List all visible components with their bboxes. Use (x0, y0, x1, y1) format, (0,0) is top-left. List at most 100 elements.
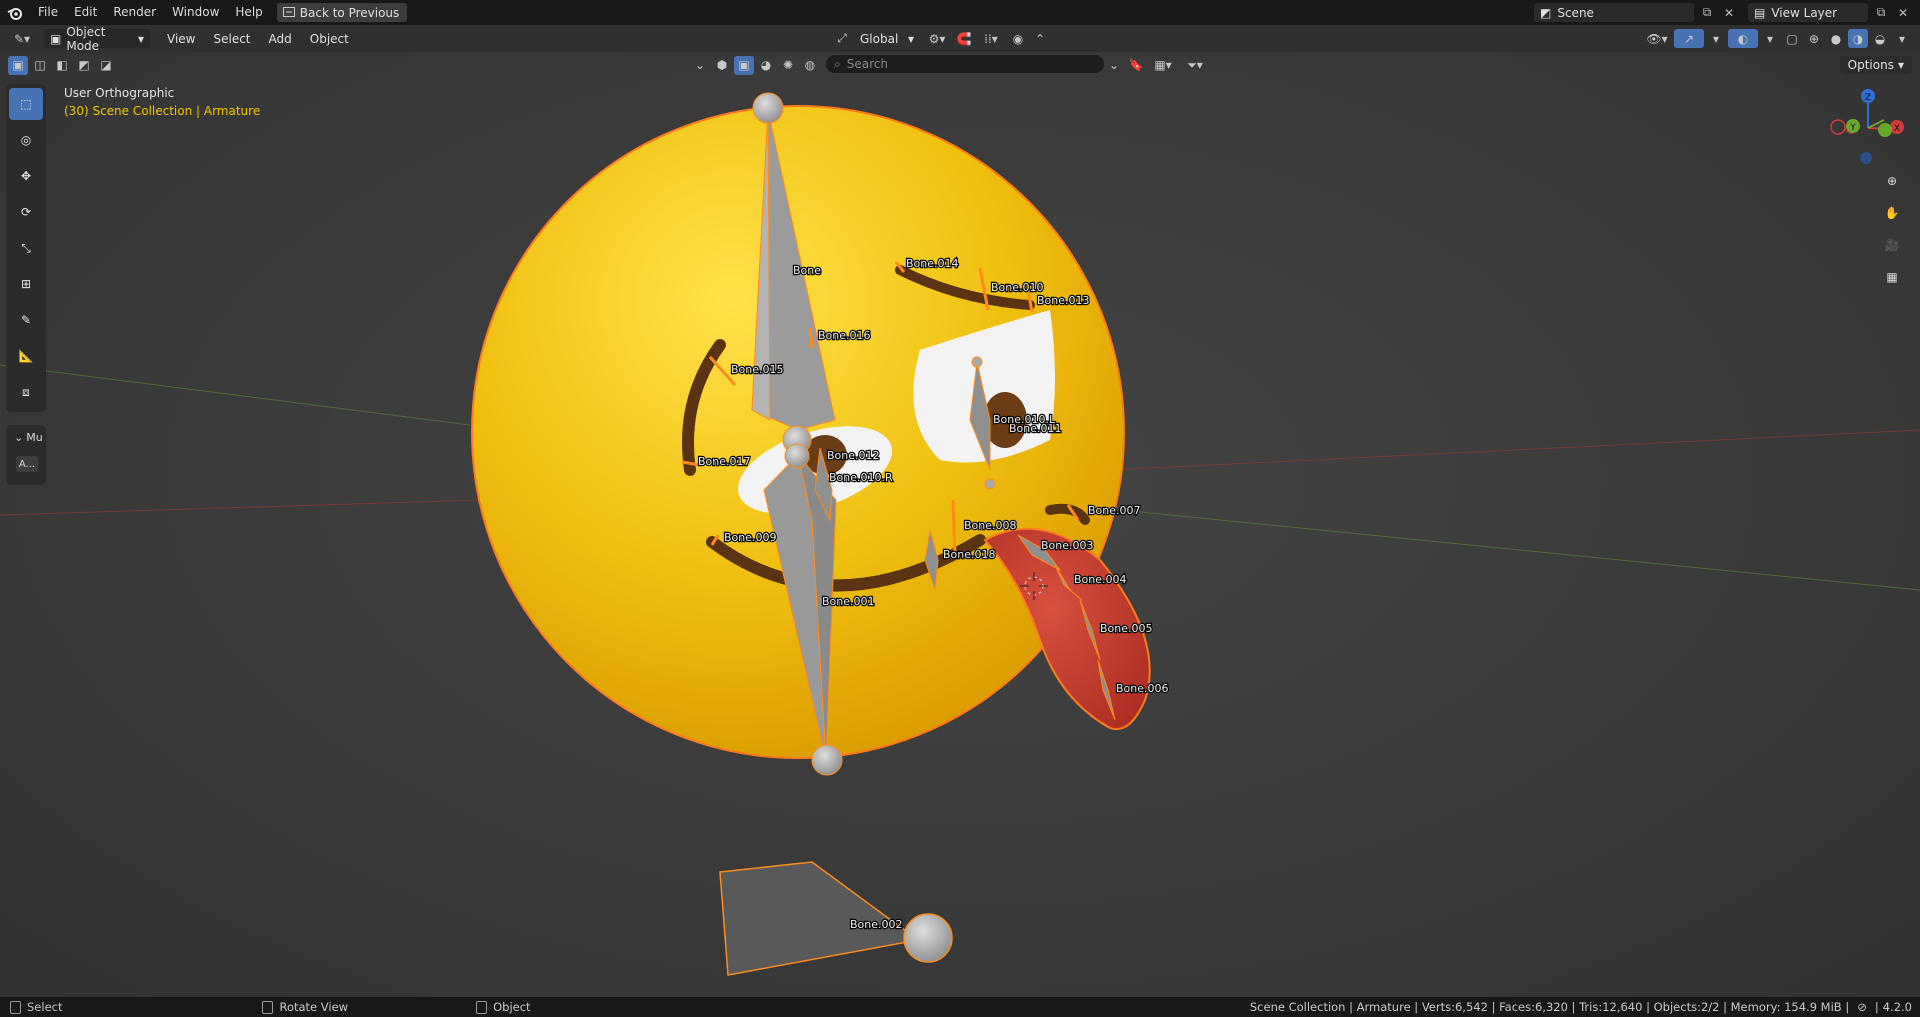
bookmark-icon[interactable]: 🔖 (1126, 56, 1146, 75)
mode-label: Object Mode (66, 24, 106, 53)
rendered-shading-icon[interactable]: ◒ (1870, 29, 1890, 48)
search-placeholder: Search (846, 57, 888, 71)
measure-tool-icon[interactable]: 📐 (9, 340, 43, 372)
camera-view-icon[interactable]: 🎥 (1878, 232, 1906, 258)
transform-orientation-dropdown[interactable]: Global ▾ (854, 29, 920, 48)
version-separator: | (1874, 1000, 1879, 1014)
scene-selector[interactable]: ◩ Scene (1534, 3, 1694, 22)
gizmo-toggle-icon[interactable]: ↗ (1674, 29, 1704, 48)
delete-view-layer-icon[interactable]: ✕ (1894, 4, 1912, 22)
object-type-filter-icon[interactable]: ⬢ (712, 56, 732, 75)
wireframe-shading-icon[interactable]: ⊕ (1804, 29, 1824, 48)
object-mode-icon: ▣ (50, 31, 62, 46)
snap-toggle-icon[interactable]: 🧲 (954, 29, 974, 48)
rotate-tool-icon[interactable]: ⟳ (9, 196, 43, 228)
select-extend-icon[interactable]: ◫ (30, 56, 50, 75)
x-axis-line (0, 499, 481, 516)
funnel-filter-icon[interactable]: ⏷▾ (1180, 56, 1210, 75)
chevron-down-icon: ▾ (907, 31, 914, 46)
move-tool-icon[interactable]: ✥ (9, 160, 43, 192)
menu-render[interactable]: Render (105, 0, 164, 25)
selectable-world-icon[interactable]: ◍ (800, 56, 820, 75)
joint-top (752, 92, 784, 124)
menu-add[interactable]: Add (260, 32, 301, 46)
3d-viewport[interactable]: Bone Bone.001 Bone.002 Bone.003 Bone.004… (0, 52, 1920, 997)
menu-window[interactable]: Window (164, 0, 227, 25)
xray-toggle-icon[interactable]: ▢ (1782, 29, 1802, 48)
overlays-dropdown-icon[interactable]: ▾ (1760, 29, 1780, 48)
menu-help[interactable]: Help (227, 0, 270, 25)
panel-button[interactable]: A... (16, 456, 38, 472)
transform-orientation-label: Global (860, 31, 899, 46)
new-view-layer-icon[interactable]: ⧉ (1872, 4, 1890, 22)
chevron-down-icon: ⌄ (14, 431, 24, 444)
options-button[interactable]: Options ▾ (1839, 56, 1912, 74)
shading-dropdown-icon[interactable]: ▾ (1892, 29, 1912, 48)
selectable-light-icon[interactable]: ✺ (778, 56, 798, 75)
selectable-mesh-icon[interactable]: ▣ (734, 55, 754, 75)
panel-header[interactable]: ⌄ Mu (6, 425, 46, 444)
label-bone: Bone (793, 264, 821, 277)
zoom-icon[interactable]: ⊕ (1878, 168, 1906, 194)
search-field[interactable]: ⌕ Search (826, 55, 1104, 73)
falloff-icon[interactable]: ⌃ (1030, 29, 1050, 48)
scene-icon: ◩ (1540, 5, 1552, 20)
label-bone-004: Bone.004 (1074, 573, 1127, 586)
status-object: Object (476, 1000, 531, 1014)
gizmo-dropdown-icon[interactable]: ▾ (1706, 29, 1726, 48)
adjust-last-operation-panel: ⌄ Mu A... (6, 425, 46, 485)
editor-type-icon[interactable]: ✎▾ (8, 29, 36, 48)
menu-view[interactable]: View (158, 32, 204, 46)
top-menu-bar: File Edit Render Window Help Back to Pre… (0, 0, 1920, 25)
label-bone-015: Bone.015 (731, 363, 784, 376)
view-layer-selector[interactable]: ▤ View Layer (1748, 3, 1868, 22)
pan-hand-icon[interactable]: ✋ (1878, 200, 1906, 226)
menu-file[interactable]: File (30, 0, 66, 25)
material-shading-icon[interactable]: ◑ (1848, 29, 1868, 48)
add-cube-tool-icon[interactable]: ⧈ (9, 376, 43, 408)
pivot-point-icon[interactable]: ⚙▾ (922, 29, 952, 48)
mode-dropdown[interactable]: ▣ Object Mode ▾ (44, 25, 150, 53)
label-bone-016: Bone.016 (818, 329, 871, 342)
mouse-right-icon (476, 1000, 488, 1014)
scale-tool-icon[interactable]: ⤡ (9, 232, 43, 264)
select-box-tool-icon[interactable]: ⬚ (9, 88, 43, 120)
cursor-tool-icon[interactable]: ◎ (9, 124, 43, 156)
gizmo-x-label: X (1894, 124, 1900, 134)
overlays-toggle-icon[interactable]: ◐ (1728, 29, 1758, 48)
viewport-header: ✎▾ ▣ Object Mode ▾ View Select Add Objec… (0, 25, 1920, 53)
menu-select[interactable]: Select (204, 32, 259, 46)
scene-stats: Scene Collection | Armature | Verts:6,54… (1249, 1000, 1850, 1014)
label-bone-014: Bone.014 (906, 257, 959, 270)
view-layer-icon: ▤ (1754, 5, 1766, 20)
visibility-icon[interactable]: 👁▾ (1642, 29, 1672, 48)
blender-logo-icon[interactable] (0, 0, 30, 25)
proportional-editing-icon[interactable]: ◉ (1008, 29, 1028, 48)
view-name: User Orthographic (64, 86, 175, 100)
snap-target-icon[interactable]: ⁞⁞▾ (976, 29, 1006, 48)
gizmo-y-label: Y (1849, 123, 1856, 133)
chevron-down-icon: ▾ (137, 31, 144, 46)
annotate-tool-icon[interactable]: ✎ (9, 304, 43, 336)
select-subtract-icon[interactable]: ◧ (52, 56, 72, 75)
network-icon: ⊘ (1857, 1000, 1867, 1014)
transform-tool-icon[interactable]: ⊞ (9, 268, 43, 300)
select-invert-icon[interactable]: ◩ (74, 56, 94, 75)
back-to-previous-button[interactable]: Back to Previous (276, 3, 408, 22)
menu-object[interactable]: Object (301, 32, 358, 46)
grid-toggle-icon[interactable]: ▦ (1878, 264, 1906, 290)
filter-chevron-icon[interactable]: ⌄ (690, 56, 710, 75)
delete-scene-icon[interactable]: ✕ (1720, 4, 1738, 22)
tool-shelf: ⬚ ◎ ✥ ⟳ ⤡ ⊞ ✎ 📐 ⧈ (6, 84, 46, 412)
status-rotate: Rotate View (262, 1000, 348, 1014)
new-scene-icon[interactable]: ⧉ (1698, 4, 1716, 22)
search-options-icon[interactable]: ⌄ (1104, 56, 1124, 75)
transform-orientation-icon[interactable]: ⤢ (832, 29, 852, 48)
selectable-sphere-icon[interactable]: ◕ (756, 56, 776, 75)
select-intersect-icon[interactable]: ◪ (96, 56, 116, 75)
solid-shading-icon[interactable]: ● (1826, 29, 1846, 48)
sort-icon[interactable]: ▦▾ (1148, 56, 1178, 75)
menu-edit[interactable]: Edit (66, 0, 105, 25)
label-bone-017: Bone.017 (698, 455, 751, 468)
select-new-icon[interactable]: ▣ (8, 55, 28, 75)
